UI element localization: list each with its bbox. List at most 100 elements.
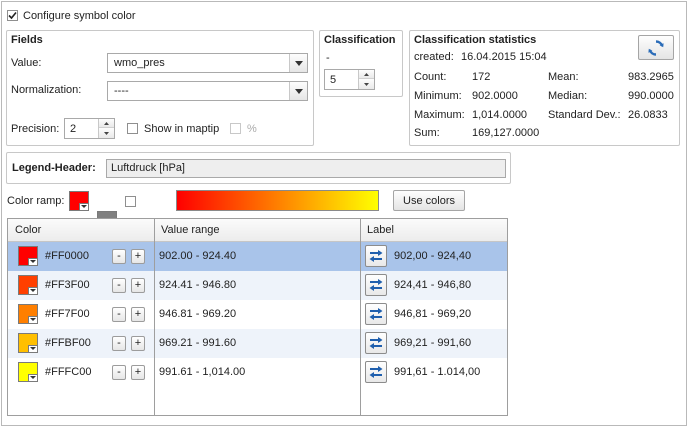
chevron-down-icon (28, 374, 37, 381)
increase-button[interactable]: + (131, 278, 145, 293)
normalization-combo-text: ---- (114, 85, 129, 97)
decrease-button[interactable]: - (112, 249, 126, 264)
precision-stepper[interactable]: 2 (64, 118, 115, 139)
increase-button[interactable]: + (131, 336, 145, 351)
class-label[interactable]: 991,61 - 1.014,00 (394, 366, 480, 378)
created-label: created: (414, 51, 454, 63)
normalization-combo[interactable]: ---- (107, 81, 308, 101)
show-in-maptip-checkbox[interactable] (127, 123, 138, 134)
table-row[interactable]: #FF3F00 - +924.41 - 946.80 924,41 - 946,80 (8, 271, 507, 300)
increase-button[interactable]: + (131, 249, 145, 264)
decrease-button[interactable]: - (112, 365, 126, 380)
class-count-stepper[interactable]: 5 (324, 69, 375, 90)
swap-arrows-icon (369, 366, 383, 378)
color-ramp-preview (176, 190, 379, 211)
class-color-swatch[interactable] (18, 304, 38, 324)
configure-checkbox[interactable] (7, 10, 18, 21)
stat-maximum-label: Maximum: (414, 109, 465, 121)
copy-range-to-label-button[interactable] (365, 303, 387, 325)
swap-arrows-icon (369, 279, 383, 291)
class-color-swatch[interactable] (18, 275, 38, 295)
decrease-button[interactable]: - (112, 307, 126, 322)
column-divider (360, 219, 361, 415)
configure-label: Configure symbol color (23, 10, 136, 22)
copy-range-to-label-button[interactable] (365, 332, 387, 354)
color-ramp-label: Color ramp: (7, 195, 65, 207)
copy-range-to-label-button[interactable] (365, 274, 387, 296)
class-label[interactable]: 924,41 - 946,80 (394, 279, 471, 291)
class-value-range: 946.81 - 969.20 (159, 308, 237, 320)
swap-arrows-icon (369, 308, 383, 320)
class-color-hex: #FF0000 (45, 250, 90, 262)
precision-value: 2 (70, 123, 77, 135)
class-color-swatch[interactable] (18, 246, 38, 266)
stat-count-value: 172 (472, 71, 491, 83)
percent-label: % (247, 123, 257, 135)
table-row[interactable]: #FF0000 - +902.00 - 924.40 902,00 - 924,40 (8, 242, 507, 271)
swap-arrows-icon (369, 250, 383, 262)
decrease-button[interactable]: - (112, 336, 126, 351)
value-label: Value: (11, 57, 42, 69)
class-table: Color Value range Label #FF0000- +902.00 … (7, 218, 508, 416)
column-header-label[interactable]: Label (367, 224, 394, 236)
value-combo-text: wmo_pres (114, 57, 165, 69)
percent-checkbox[interactable] (230, 123, 241, 134)
spin-up-icon[interactable] (359, 70, 374, 79)
chevron-down-icon (28, 316, 37, 323)
value-combo[interactable]: wmo_pres (107, 53, 308, 73)
use-colors-label: Use colors (403, 194, 455, 207)
table-header: Color Value range Label (8, 219, 507, 242)
legend-header-label: Legend-Header: (12, 162, 96, 174)
fields-title: Fields (11, 34, 43, 46)
increase-button[interactable]: + (131, 307, 145, 322)
created-value: 16.04.2015 15:04 (461, 51, 547, 63)
statistics-title: Classification statistics (414, 34, 537, 46)
column-header-value-range[interactable]: Value range (161, 224, 220, 236)
stat-median-value: 990.0000 (628, 90, 674, 102)
class-label[interactable]: 969,21 - 991,60 (394, 337, 471, 349)
table-row[interactable]: #FF7F00 - +946.81 - 969.20 946,81 - 969,20 (8, 300, 507, 329)
spin-up-icon[interactable] (99, 119, 114, 128)
chevron-down-icon[interactable] (289, 82, 307, 100)
class-label[interactable]: 902,00 - 924,40 (394, 250, 471, 262)
table-row[interactable]: #FFBF00 - +969.21 - 991.60 969,21 - 991,60 (8, 329, 507, 358)
class-value-range: 969.21 - 991.60 (159, 337, 237, 349)
use-colors-button[interactable]: Use colors (393, 190, 465, 211)
table-row[interactable]: #FFFC00 - +991.61 - 1,014.00 991,61 - 1.014… (8, 358, 507, 387)
class-value-range: 902.00 - 924.40 (159, 250, 237, 262)
spin-down-icon[interactable] (359, 79, 374, 89)
stat-stddev-label: Standard Dev.: (548, 109, 621, 121)
check-icon (8, 11, 17, 20)
stat-mean-label: Mean: (548, 71, 579, 83)
column-divider (154, 219, 155, 415)
chevron-down-icon (28, 287, 37, 294)
increase-button[interactable]: + (131, 365, 145, 380)
chevron-down-icon (79, 203, 88, 210)
spin-down-icon[interactable] (99, 128, 114, 138)
stat-minimum-value: 902.0000 (472, 90, 518, 102)
stat-minimum-label: Minimum: (414, 90, 462, 102)
stat-maximum-value: 1,014.0000 (472, 109, 528, 121)
stat-stddev-value: 26.0833 (628, 109, 668, 121)
stat-median-label: Median: (548, 90, 588, 102)
decrease-button[interactable]: - (112, 278, 126, 293)
show-in-maptip-label: Show in maptip (144, 123, 220, 135)
class-color-hex: #FFBF00 (45, 337, 91, 349)
class-color-hex: #FF3F00 (45, 279, 90, 291)
class-color-swatch[interactable] (18, 362, 38, 382)
stat-mean-value: 983.2965 (628, 71, 674, 83)
class-color-hex: #FF7F00 (45, 308, 90, 320)
class-label[interactable]: 946,81 - 969,20 (394, 308, 471, 320)
ramp-start-swatch[interactable] (69, 191, 89, 211)
ramp-mid-checkbox[interactable] (125, 196, 136, 207)
precision-label: Precision: (11, 123, 60, 135)
column-header-color[interactable]: Color (15, 224, 41, 236)
class-color-swatch[interactable] (18, 333, 38, 353)
class-color-hex: #FFFC00 (45, 366, 92, 378)
refresh-button[interactable] (638, 35, 674, 60)
swap-arrows-icon (369, 337, 383, 349)
copy-range-to-label-button[interactable] (365, 245, 387, 267)
legend-header-input[interactable]: Luftdruck [hPa] (106, 159, 506, 178)
chevron-down-icon[interactable] (289, 54, 307, 72)
copy-range-to-label-button[interactable] (365, 361, 387, 383)
